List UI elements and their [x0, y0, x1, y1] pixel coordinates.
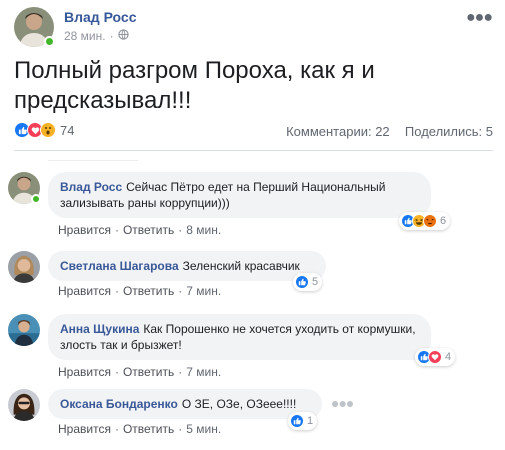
comment-author[interactable]: Оксана Бондаренко — [60, 397, 178, 411]
dot-separator: · — [109, 29, 114, 43]
reaction-count: 5 — [312, 276, 319, 288]
wow-icon — [40, 122, 56, 138]
reply-link[interactable]: Ответить — [123, 422, 174, 436]
reactions-count: 74 — [60, 122, 75, 138]
divider — [14, 150, 493, 151]
online-status-dot — [31, 194, 41, 204]
comment-reactions[interactable]: 5 — [293, 273, 323, 291]
comment-bubble: Светлана Шагарова Зеленский красавчик — [48, 251, 326, 281]
comment-bubble: Оксана Бондаренко О ЗЕ, ОЗе, ОЗеее!!!! — [48, 389, 322, 419]
comment-actions: Нравится · Ответить · 5 мин. — [58, 422, 222, 436]
shares-count-link[interactable]: Поделились: 5 — [405, 124, 493, 139]
reply-link[interactable]: Ответить — [123, 223, 174, 237]
comment-more-icon[interactable]: ●●● — [331, 395, 354, 411]
reply-link[interactable]: Ответить — [123, 284, 174, 298]
comment-actions: Нравится · Ответить · 7 мин. — [58, 284, 222, 298]
commenter-avatar[interactable] — [8, 314, 40, 346]
post-author-name[interactable]: Влад Росс — [64, 9, 137, 25]
like-link[interactable]: Нравится — [58, 223, 111, 237]
post-meta: 28 мин. · — [64, 29, 129, 43]
post-text: Полный разгром Пороха, как я и предсказы… — [14, 57, 375, 114]
comment-author[interactable]: Светлана Шагарова — [60, 259, 179, 273]
like-link[interactable]: Нравится — [58, 365, 111, 379]
post-stats: 74 Комментарии: 22 Поделились: 5 — [14, 122, 493, 142]
like-link[interactable]: Нравится — [58, 284, 111, 298]
comment-actions: Нравится · Ответить · 8 мин. — [58, 223, 222, 237]
comment-author[interactable]: Влад Росс — [60, 180, 122, 194]
comment-reactions[interactable]: 4 — [415, 348, 456, 366]
comment-text: Зеленский красавчик — [182, 259, 300, 273]
comment-item: Светлана Шагарова Зеленский красавчик 5 Н… — [8, 251, 498, 299]
comments-count-link[interactable]: Комментарии: 22 — [286, 124, 390, 139]
reaction-count: 6 — [440, 215, 447, 227]
comment-time[interactable]: 7 мин. — [186, 284, 221, 298]
post-timestamp[interactable]: 28 мин. — [64, 29, 106, 43]
comment-item: Влад Росс Сейчас Пётро едет на Перший Нац… — [8, 172, 498, 237]
divider — [48, 160, 138, 161]
comment-bubble: Анна Щукина Как Порошенко не хочется уход… — [48, 314, 431, 360]
like-icon — [295, 275, 309, 289]
comment-reactions[interactable]: 6 — [399, 212, 451, 230]
post-stats-right: Комментарии: 22 Поделились: 5 — [286, 124, 493, 139]
comment-bubble: Влад Росс Сейчас Пётро едет на Перший Нац… — [48, 172, 431, 218]
comment-reactions[interactable]: 1 — [288, 412, 318, 430]
like-link[interactable]: Нравится — [58, 422, 111, 436]
comment-actions: Нравится · Ответить · 7 мин. — [58, 365, 222, 379]
like-icon — [290, 414, 304, 428]
commenter-avatar[interactable] — [8, 389, 40, 421]
comment-item: Оксана Бондаренко О ЗЕ, ОЗе, ОЗеее!!!! ●●… — [8, 389, 498, 437]
reply-link[interactable]: Ответить — [123, 365, 174, 379]
comment-text: О ЗЕ, ОЗе, ОЗеее!!!! — [181, 397, 297, 411]
love-icon — [428, 350, 442, 364]
comment-time[interactable]: 5 мин. — [186, 422, 221, 436]
comment-author[interactable]: Анна Щукина — [60, 322, 139, 336]
online-status-dot — [44, 36, 55, 47]
reaction-count: 1 — [307, 415, 314, 427]
more-options-icon[interactable]: ●●● — [466, 9, 493, 27]
comment-time[interactable]: 8 мин. — [186, 223, 221, 237]
commenter-avatar[interactable] — [8, 251, 40, 283]
post-reactions[interactable]: 74 — [14, 122, 74, 138]
globe-icon — [117, 29, 129, 43]
post-header: Влад Росс 28 мин. · ●●● — [14, 7, 494, 51]
reaction-count: 4 — [445, 351, 452, 363]
comment-item: Анна Щукина Как Порошенко не хочется уход… — [8, 314, 498, 379]
angry-icon — [423, 214, 437, 228]
comment-time[interactable]: 7 мин. — [186, 365, 221, 379]
